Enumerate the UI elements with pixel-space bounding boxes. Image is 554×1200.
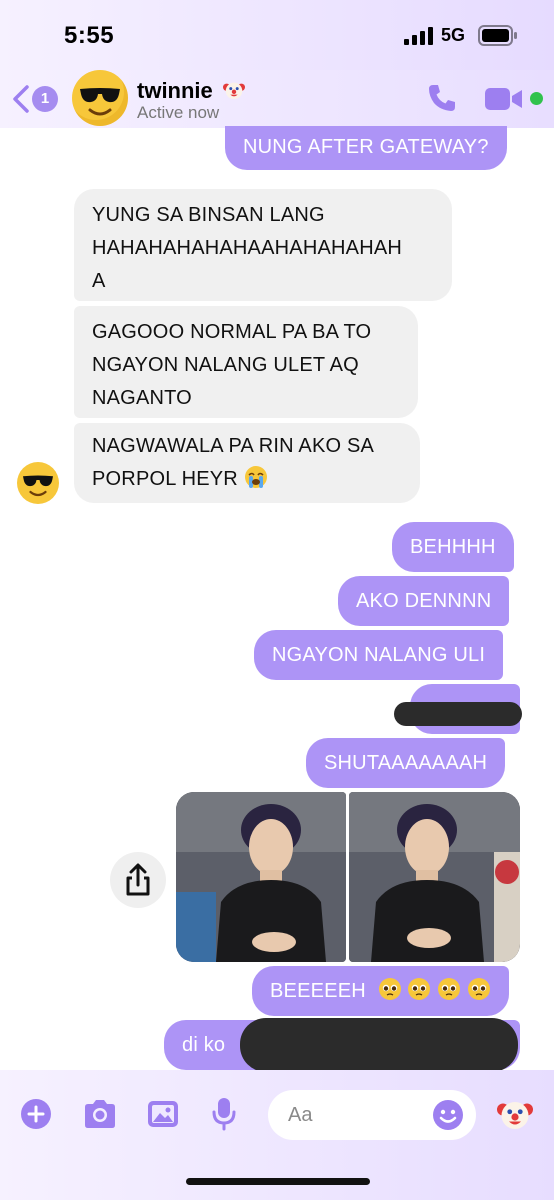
contact-name[interactable]: twinnie <box>137 78 245 104</box>
clown-face-icon <box>222 82 245 100</box>
message-input[interactable] <box>288 1102 428 1128</box>
emoji-picker-icon[interactable] <box>432 1099 464 1131</box>
message-line: YUNG SA BINSAN LANG <box>92 204 325 226</box>
message-bubble-outgoing[interactable]: NGAYON NALANG ULI <box>254 630 504 680</box>
message-input-container[interactable] <box>268 1090 476 1140</box>
battery-icon <box>478 25 517 46</box>
message-bubble-outgoing[interactable]: NUNG AFTER GATEWAY? <box>225 126 507 170</box>
phone-call-icon[interactable] <box>426 82 458 114</box>
message-line: NGAYON NALANG ULET AQ <box>92 354 359 376</box>
plus-icon[interactable] <box>20 1098 52 1130</box>
pleading-face-icon <box>378 978 401 1000</box>
message-bubble-outgoing[interactable]: SHUTAAAAAAAH <box>306 738 506 788</box>
person-photo <box>349 792 520 962</box>
message-bubble-incoming[interactable]: GAGOOO NORMAL PA BA TO NGAYON NALANG ULE… <box>74 306 418 418</box>
gallery-icon[interactable] <box>146 1098 180 1130</box>
message-text: BEEEEEH <box>270 980 366 1002</box>
message-line-text: PORPOL HEYR <box>92 468 238 490</box>
pleading-face-icon <box>408 978 431 1000</box>
sunglasses-face-icon <box>23 475 53 497</box>
back-chevron-icon[interactable] <box>10 84 32 114</box>
message-line: NAGWAWALA PA RIN AKO SA <box>92 435 375 457</box>
message-bubble-outgoing[interactable]: BEHHHH <box>392 522 514 572</box>
share-button[interactable] <box>110 852 166 908</box>
clown-face-icon[interactable] <box>497 1096 533 1132</box>
unread-badge[interactable]: 1 <box>32 86 58 112</box>
loudly-crying-face-icon <box>244 466 267 488</box>
chat-header: 1 twinnie Active now <box>0 70 554 128</box>
pleading-face-icon <box>438 978 461 1000</box>
message-line: PORPOL HEYR <box>92 463 402 496</box>
message-text: NGAYON NALANG ULI <box>272 644 486 666</box>
message-text: AKO DENNNN <box>356 590 492 612</box>
camera-icon[interactable] <box>82 1098 118 1130</box>
message-bubble-incoming[interactable]: YUNG SA BINSAN LANG HAHAHAHAHAHAAHAHAHAH… <box>74 189 452 301</box>
share-icon <box>126 863 150 896</box>
active-status: Active now <box>137 103 220 122</box>
sunglasses-face-icon <box>80 88 120 116</box>
message-text: SHUTAAAAAAAH <box>324 752 488 774</box>
message-text: di ko <box>182 1034 226 1056</box>
message-bubble-incoming[interactable]: NAGWAWALA PA RIN AKO SA PORPOL HEYR <box>74 423 420 503</box>
message-line: NAGANTO <box>92 387 192 409</box>
message-bubble-outgoing[interactable]: BEEEEEH <box>252 966 509 1016</box>
message-text: NUNG AFTER GATEWAY? <box>243 136 489 158</box>
message-text: BEHHHH <box>410 536 496 558</box>
network-type: 5G <box>441 25 466 45</box>
online-indicator <box>530 92 543 105</box>
message-line: HAHAHAHAHAHAAHAHAHAHAH <box>92 237 403 259</box>
person-photo <box>176 792 346 962</box>
sender-avatar[interactable] <box>17 462 59 504</box>
video-call-icon[interactable] <box>484 86 524 112</box>
status-time: 5:55 <box>64 22 115 49</box>
redaction-bar <box>240 1018 518 1072</box>
photo-attachment[interactable] <box>349 792 520 962</box>
contact-avatar[interactable] <box>72 70 128 126</box>
message-bubble-outgoing[interactable]: AKO DENNNN <box>338 576 510 626</box>
contact-name-text: twinnie <box>137 78 213 103</box>
message-line: A <box>92 270 106 292</box>
status-bar: 5:55 5G <box>0 0 554 70</box>
pleading-face-icon <box>467 978 490 1000</box>
redaction-bar <box>394 702 522 726</box>
cellular-signal-icon <box>404 27 433 45</box>
home-indicator[interactable] <box>186 1178 370 1185</box>
message-line: GAGOOO NORMAL PA BA TO <box>92 321 372 343</box>
microphone-icon[interactable] <box>210 1096 238 1132</box>
photo-attachment[interactable] <box>176 792 346 962</box>
pleading-face-emojis <box>378 978 491 1002</box>
